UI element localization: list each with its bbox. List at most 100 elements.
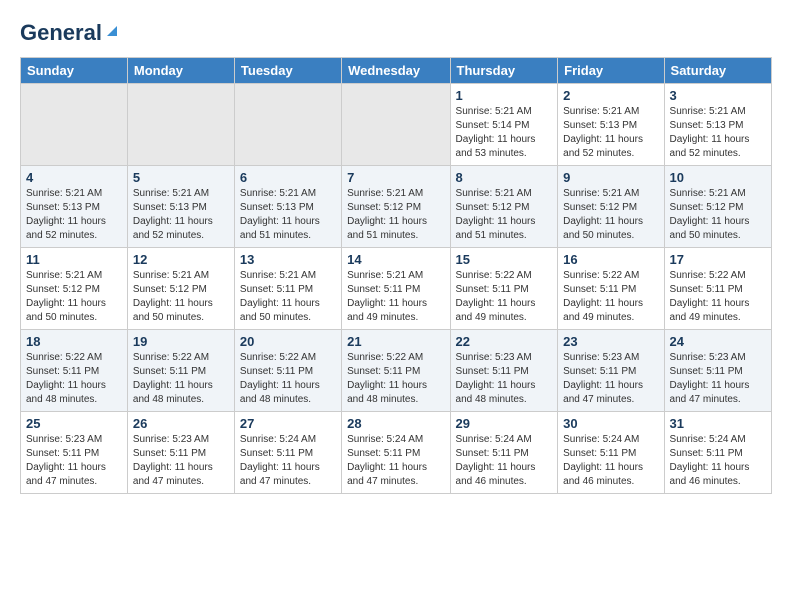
day-info: Sunrise: 5:23 AM Sunset: 5:11 PM Dayligh…	[456, 351, 553, 407]
day-info: Sunrise: 5:21 AM Sunset: 5:12 PM Dayligh…	[26, 269, 122, 325]
day-number: 25	[26, 416, 122, 431]
day-number: 21	[347, 334, 444, 349]
calendar-cell	[234, 84, 341, 166]
calendar-cell: 12Sunrise: 5:21 AM Sunset: 5:12 PM Dayli…	[127, 248, 234, 330]
calendar-cell: 14Sunrise: 5:21 AM Sunset: 5:11 PM Dayli…	[342, 248, 450, 330]
calendar-week-row: 18Sunrise: 5:22 AM Sunset: 5:11 PM Dayli…	[21, 330, 772, 412]
day-info: Sunrise: 5:21 AM Sunset: 5:13 PM Dayligh…	[26, 187, 122, 243]
calendar-cell: 31 Sunrise: 5:24 AM Sunset: 5:11 PM Dayli…	[664, 412, 771, 494]
day-number: 31	[670, 416, 766, 431]
calendar-cell: 25 Sunrise: 5:23 AM Sunset: 5:11 PM Dayli…	[21, 412, 128, 494]
day-number: 11	[26, 252, 122, 267]
calendar-cell: 4 Sunrise: 5:21 AM Sunset: 5:13 PM Daylig…	[21, 166, 128, 248]
day-info: Sunrise: 5:21 AM Sunset: 5:12 PM Dayligh…	[456, 187, 553, 243]
calendar-table: SundayMondayTuesdayWednesdayThursdayFrid…	[20, 57, 772, 494]
calendar-cell: 8Sunrise: 5:21 AM Sunset: 5:12 PM Daylig…	[450, 166, 558, 248]
day-info: Sunrise: 5:22 AM Sunset: 5:11 PM Dayligh…	[670, 269, 766, 325]
calendar-cell: 15 Sunrise: 5:22 AM Sunset: 5:11 PM Dayli…	[450, 248, 558, 330]
day-header-wednesday: Wednesday	[342, 58, 450, 84]
calendar-header-row: SundayMondayTuesdayWednesdayThursdayFrid…	[21, 58, 772, 84]
calendar-cell: 5 Sunrise: 5:21 AM Sunset: 5:13 PM Daylig…	[127, 166, 234, 248]
day-info: Sunrise: 5:21 AM Sunset: 5:12 PM Dayligh…	[563, 187, 658, 243]
calendar-cell: 7 Sunrise: 5:21 AM Sunset: 5:12 PM Daylig…	[342, 166, 450, 248]
calendar-cell: 19 Sunrise: 5:22 AM Sunset: 5:11 PM Dayli…	[127, 330, 234, 412]
calendar-cell: 16Sunrise: 5:22 AM Sunset: 5:11 PM Dayli…	[558, 248, 664, 330]
day-number: 26	[133, 416, 229, 431]
calendar-week-row: 25 Sunrise: 5:23 AM Sunset: 5:11 PM Dayli…	[21, 412, 772, 494]
day-info: Sunrise: 5:21 AM Sunset: 5:11 PM Dayligh…	[347, 269, 444, 325]
day-info: Sunrise: 5:21 AM Sunset: 5:12 PM Dayligh…	[670, 187, 766, 243]
calendar-cell: 1 Sunrise: 5:21 AM Sunset: 5:14 PM Daylig…	[450, 84, 558, 166]
day-number: 29	[456, 416, 553, 431]
day-number: 16	[563, 252, 658, 267]
calendar-week-row: 4 Sunrise: 5:21 AM Sunset: 5:13 PM Daylig…	[21, 166, 772, 248]
day-info: Sunrise: 5:21 AM Sunset: 5:11 PM Dayligh…	[240, 269, 336, 325]
logo: General	[20, 20, 121, 49]
day-number: 4	[26, 170, 122, 185]
day-info: Sunrise: 5:24 AM Sunset: 5:11 PM Dayligh…	[240, 433, 336, 489]
day-info: Sunrise: 5:22 AM Sunset: 5:11 PM Dayligh…	[133, 351, 229, 407]
calendar-cell	[127, 84, 234, 166]
day-info: Sunrise: 5:22 AM Sunset: 5:11 PM Dayligh…	[347, 351, 444, 407]
day-info: Sunrise: 5:24 AM Sunset: 5:11 PM Dayligh…	[670, 433, 766, 489]
calendar-cell: 10 Sunrise: 5:21 AM Sunset: 5:12 PM Dayli…	[664, 166, 771, 248]
day-number: 19	[133, 334, 229, 349]
calendar-cell: 17 Sunrise: 5:22 AM Sunset: 5:11 PM Dayli…	[664, 248, 771, 330]
day-number: 10	[670, 170, 766, 185]
day-header-sunday: Sunday	[21, 58, 128, 84]
calendar-cell: 23 Sunrise: 5:23 AM Sunset: 5:11 PM Dayli…	[558, 330, 664, 412]
day-info: Sunrise: 5:24 AM Sunset: 5:11 PM Dayligh…	[347, 433, 444, 489]
calendar-cell	[21, 84, 128, 166]
calendar-cell: 30 Sunrise: 5:24 AM Sunset: 5:11 PM Dayli…	[558, 412, 664, 494]
day-info: Sunrise: 5:21 AM Sunset: 5:14 PM Dayligh…	[456, 105, 553, 161]
day-info: Sunrise: 5:21 AM Sunset: 5:13 PM Dayligh…	[240, 187, 336, 243]
calendar-cell: 28 Sunrise: 5:24 AM Sunset: 5:11 PM Dayli…	[342, 412, 450, 494]
calendar-cell: 26 Sunrise: 5:23 AM Sunset: 5:11 PM Dayli…	[127, 412, 234, 494]
day-number: 1	[456, 88, 553, 103]
calendar-cell: 9 Sunrise: 5:21 AM Sunset: 5:12 PM Daylig…	[558, 166, 664, 248]
day-number: 27	[240, 416, 336, 431]
day-number: 30	[563, 416, 658, 431]
logo-arrow-icon	[103, 22, 121, 40]
day-number: 3	[670, 88, 766, 103]
calendar-cell: 24 Sunrise: 5:23 AM Sunset: 5:11 PM Dayli…	[664, 330, 771, 412]
calendar-cell: 11 Sunrise: 5:21 AM Sunset: 5:12 PM Dayli…	[21, 248, 128, 330]
logo-general: General	[20, 20, 102, 46]
day-number: 15	[456, 252, 553, 267]
day-header-monday: Monday	[127, 58, 234, 84]
day-info: Sunrise: 5:24 AM Sunset: 5:11 PM Dayligh…	[456, 433, 553, 489]
day-number: 22	[456, 334, 553, 349]
day-info: Sunrise: 5:23 AM Sunset: 5:11 PM Dayligh…	[563, 351, 658, 407]
day-number: 9	[563, 170, 658, 185]
calendar-cell: 21 Sunrise: 5:22 AM Sunset: 5:11 PM Dayli…	[342, 330, 450, 412]
day-header-tuesday: Tuesday	[234, 58, 341, 84]
day-number: 12	[133, 252, 229, 267]
page-header: General	[20, 20, 772, 49]
day-number: 23	[563, 334, 658, 349]
day-number: 17	[670, 252, 766, 267]
day-info: Sunrise: 5:21 AM Sunset: 5:13 PM Dayligh…	[133, 187, 229, 243]
day-info: Sunrise: 5:21 AM Sunset: 5:13 PM Dayligh…	[670, 105, 766, 161]
calendar-week-row: 11 Sunrise: 5:21 AM Sunset: 5:12 PM Dayli…	[21, 248, 772, 330]
day-number: 7	[347, 170, 444, 185]
calendar-cell: 20Sunrise: 5:22 AM Sunset: 5:11 PM Dayli…	[234, 330, 341, 412]
day-number: 5	[133, 170, 229, 185]
day-info: Sunrise: 5:23 AM Sunset: 5:11 PM Dayligh…	[670, 351, 766, 407]
day-header-thursday: Thursday	[450, 58, 558, 84]
calendar-cell: 2Sunrise: 5:21 AM Sunset: 5:13 PM Daylig…	[558, 84, 664, 166]
calendar-cell: 29 Sunrise: 5:24 AM Sunset: 5:11 PM Dayli…	[450, 412, 558, 494]
calendar-cell: 27 Sunrise: 5:24 AM Sunset: 5:11 PM Dayli…	[234, 412, 341, 494]
day-info: Sunrise: 5:22 AM Sunset: 5:11 PM Dayligh…	[240, 351, 336, 407]
day-number: 28	[347, 416, 444, 431]
day-header-saturday: Saturday	[664, 58, 771, 84]
day-info: Sunrise: 5:22 AM Sunset: 5:11 PM Dayligh…	[456, 269, 553, 325]
calendar-week-row: 1 Sunrise: 5:21 AM Sunset: 5:14 PM Daylig…	[21, 84, 772, 166]
calendar-cell	[342, 84, 450, 166]
day-info: Sunrise: 5:21 AM Sunset: 5:12 PM Dayligh…	[347, 187, 444, 243]
day-number: 24	[670, 334, 766, 349]
day-number: 13	[240, 252, 336, 267]
day-info: Sunrise: 5:24 AM Sunset: 5:11 PM Dayligh…	[563, 433, 658, 489]
day-info: Sunrise: 5:23 AM Sunset: 5:11 PM Dayligh…	[133, 433, 229, 489]
day-info: Sunrise: 5:22 AM Sunset: 5:11 PM Dayligh…	[26, 351, 122, 407]
day-info: Sunrise: 5:23 AM Sunset: 5:11 PM Dayligh…	[26, 433, 122, 489]
